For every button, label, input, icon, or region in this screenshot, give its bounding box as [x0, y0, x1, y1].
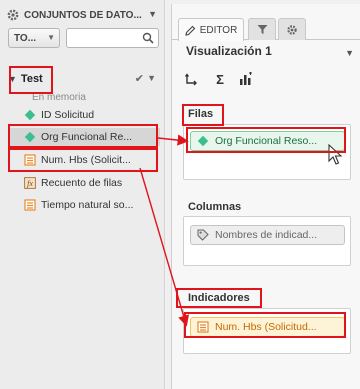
- cursor-icon: [328, 144, 343, 165]
- visualization-title[interactable]: Visualización 1: [186, 44, 272, 58]
- field-id-solicitud[interactable]: ID Solicitud: [24, 106, 160, 124]
- tab-editor[interactable]: EDITOR: [178, 18, 244, 41]
- filas-label: Filas: [188, 108, 214, 120]
- chevron-down-icon[interactable]: ▼: [147, 73, 156, 83]
- filas-dropzone[interactable]: Org Funcional Reso...: [183, 124, 351, 180]
- chevron-down-icon[interactable]: ▼: [345, 48, 354, 58]
- chart-icon[interactable]: [238, 72, 254, 88]
- dataset-type-value: TO...: [14, 32, 37, 44]
- field-label: Num. Hbs (Solicit...: [41, 154, 131, 166]
- field-label: Org Funcional Re...: [41, 131, 133, 143]
- pivot-icon[interactable]: [184, 72, 200, 88]
- dimension-icon: [24, 131, 36, 143]
- datasets-panel: CONJUNTOS DE DATO... ▼ TO... ▼ ▼ Test ✔ …: [0, 0, 165, 389]
- chip-label: Org Funcional Reso...: [215, 135, 318, 147]
- measure-icon: [197, 321, 209, 333]
- dataset-name: Test: [20, 73, 43, 85]
- field-label: ID Solicitud: [41, 109, 95, 121]
- svg-text:fx: fx: [27, 179, 33, 188]
- sum-icon[interactable]: Σ: [212, 72, 228, 88]
- triangle-down-icon[interactable]: ▼: [8, 74, 17, 84]
- chevron-down-icon[interactable]: ▼: [148, 9, 157, 19]
- editor-tabs: EDITOR: [172, 18, 360, 41]
- dataset-tree-root[interactable]: ▼ Test ✔ ▼: [8, 70, 158, 88]
- tab-editor-label: EDITOR: [199, 24, 238, 36]
- field-num-hbs[interactable]: Num. Hbs (Solicit...: [24, 151, 160, 169]
- field-org-funcional[interactable]: Org Funcional Re...: [10, 128, 160, 146]
- field-tiempo-natural[interactable]: Tiempo natural so...: [24, 196, 160, 214]
- columnas-dropzone[interactable]: Nombres de indicad...: [183, 216, 351, 266]
- filter-icon: [257, 25, 267, 34]
- dimension-icon: [24, 109, 36, 121]
- columnas-label: Columnas: [188, 201, 242, 213]
- gear-icon: [287, 24, 297, 35]
- field-recuento-filas[interactable]: fx Recuento de filas: [24, 174, 160, 192]
- dimension-icon: [197, 135, 209, 147]
- editor-panel: EDITOR Visualización 1 ▼ Σ Filas Org Fun…: [171, 4, 360, 389]
- tab-filter[interactable]: [248, 18, 276, 40]
- datasets-title: CONJUNTOS DE DATO...: [24, 9, 142, 21]
- filas-chip[interactable]: Org Funcional Reso...: [190, 131, 345, 151]
- measure-icon: [24, 154, 36, 166]
- field-label: Tiempo natural so...: [41, 199, 134, 211]
- gear-icon[interactable]: [6, 8, 20, 22]
- function-icon: fx: [24, 177, 36, 189]
- chevron-down-icon: ▼: [47, 33, 55, 42]
- storage-label: En memoria: [32, 92, 86, 103]
- chip-label: Num. Hbs (Solicitud...: [215, 321, 317, 333]
- dataset-type-select[interactable]: TO... ▼: [8, 28, 60, 48]
- columnas-chip[interactable]: Nombres de indicad...: [190, 225, 345, 245]
- check-icon[interactable]: ✔: [135, 72, 144, 85]
- field-label: Recuento de filas: [41, 177, 123, 189]
- measure-icon: [24, 199, 36, 211]
- search-input[interactable]: [66, 28, 159, 48]
- tag-icon: [197, 229, 209, 241]
- search-icon: [142, 32, 154, 44]
- indicadores-dropzone[interactable]: Num. Hbs (Solicitud...: [183, 308, 351, 354]
- tab-settings[interactable]: [278, 18, 306, 40]
- datasets-header: CONJUNTOS DE DATO... ▼: [6, 6, 161, 24]
- indicadores-chip[interactable]: Num. Hbs (Solicitud...: [190, 317, 345, 337]
- chip-label: Nombres de indicad...: [215, 229, 318, 241]
- pencil-icon: [184, 25, 195, 36]
- indicadores-label: Indicadores: [188, 292, 250, 304]
